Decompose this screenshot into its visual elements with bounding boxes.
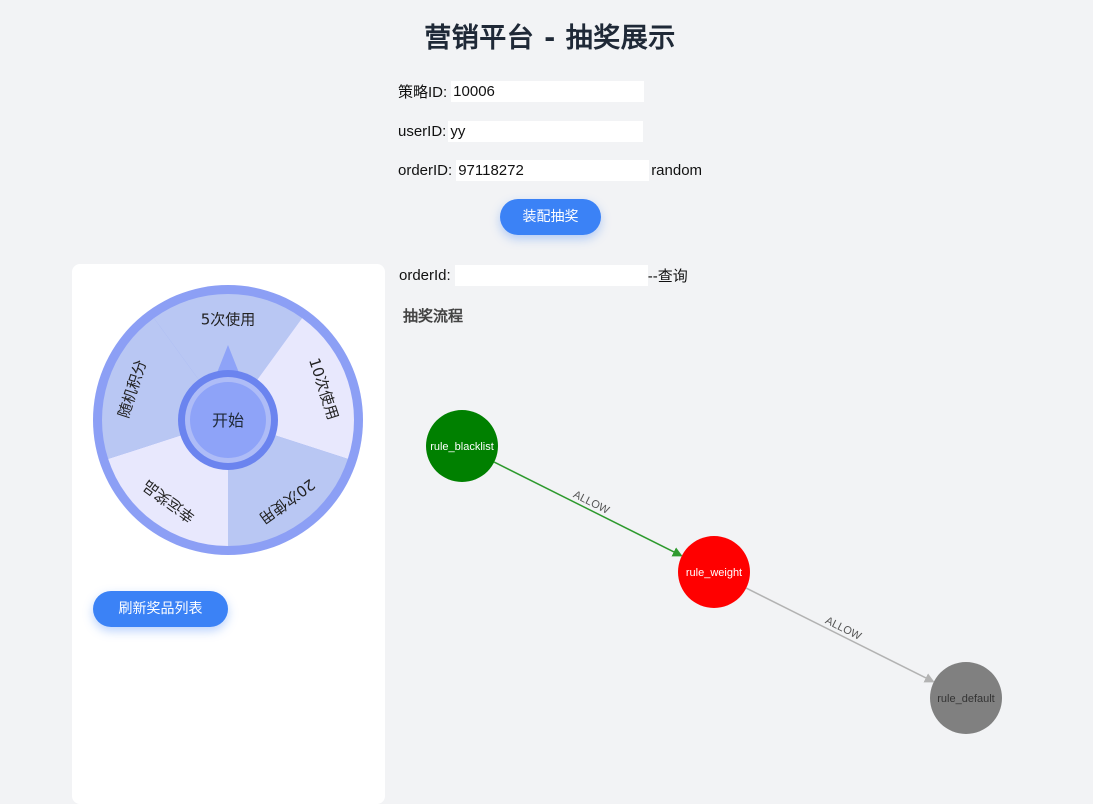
page-title: 营销平台 - 抽奖展示 (424, 23, 676, 54)
strategy-id-label: 策略ID: (398, 83, 448, 101)
flow-node-label: rule_weight (686, 567, 742, 579)
flow-node-label: rule_blacklist (430, 441, 494, 453)
user-id-row: userID: (398, 120, 644, 142)
flow-title: 抽奖流程 (403, 307, 464, 325)
lottery-flow-graph: ALLOWALLOW rule_blacklistrule_weightrule… (426, 410, 1002, 734)
flow-node-rule-blacklist: rule_blacklist (426, 410, 498, 482)
lottery-wheel[interactable]: 5次使用10次使用20次使用幸运奖品随机积分 开始 (93, 285, 363, 555)
wheel-prize-label: 5次使用 (201, 311, 256, 329)
strategy-id-row: 策略ID: (398, 80, 645, 102)
flow-node-label: rule_default (937, 693, 995, 705)
refresh-prize-list-button[interactable]: 刷新奖品列表 (93, 591, 228, 627)
flow-edge (493, 461, 683, 557)
assemble-lottery-button[interactable]: 装配抽奖 (500, 199, 601, 235)
flow-edge (745, 587, 935, 683)
random-order-link[interactable]: random (651, 162, 702, 179)
order-query-input[interactable] (454, 264, 648, 286)
user-id-label: userID: (398, 122, 447, 140)
order-id-label: orderID: (398, 161, 453, 179)
order-id-input[interactable] (456, 159, 650, 181)
order-query-link[interactable]: --查询 (648, 265, 688, 286)
order-query-row: orderId: --查询 (399, 264, 688, 286)
strategy-id-input[interactable] (451, 80, 645, 102)
flow-node-rule-weight: rule_weight (678, 536, 750, 608)
start-label: 开始 (212, 411, 244, 430)
order-id-row: orderID: random (398, 159, 702, 181)
user-id-input[interactable] (448, 120, 644, 142)
order-query-label: orderId: (399, 266, 451, 284)
flow-node-rule-default: rule_default (930, 662, 1002, 734)
